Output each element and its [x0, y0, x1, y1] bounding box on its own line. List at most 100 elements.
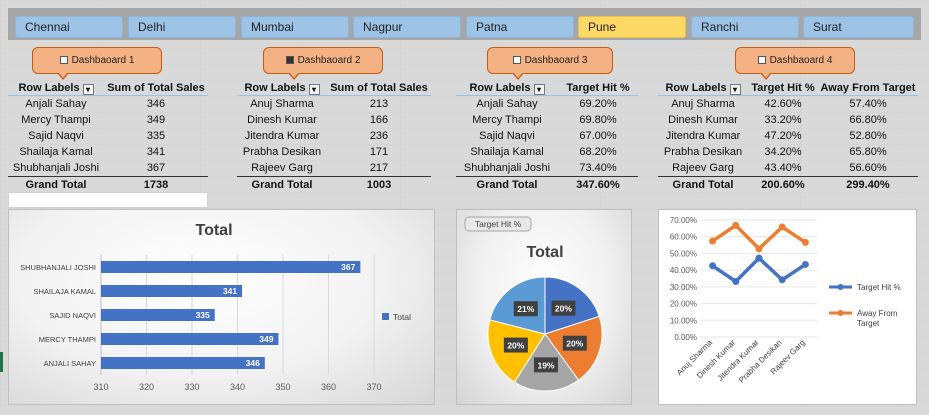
filter-icon[interactable]: ▾: [308, 84, 320, 95]
bar-chart-svg: Total 310 320 330 340 350 360 370 SHUBHANJALI JO…: [20, 222, 411, 392]
filter-icon[interactable]: ▾: [82, 84, 94, 95]
row-value: 171: [369, 146, 389, 158]
legend-label: Target Hit %: [857, 283, 901, 292]
table-row: Prabha Desikan 171: [237, 144, 431, 160]
row-value: 349: [146, 114, 166, 126]
row-label: Prabha Desikan: [663, 146, 743, 158]
row-indicator: [0, 352, 3, 372]
slicer-delhi[interactable]: Delhi: [128, 16, 236, 38]
slicer-pune[interactable]: Pune: [578, 16, 686, 38]
row-label: Shailaja Kamal: [470, 146, 544, 158]
filter-icon[interactable]: ▾: [729, 84, 741, 95]
total-label: Grand Total: [251, 179, 313, 191]
series-point: [755, 245, 763, 253]
legend-marker: [837, 284, 844, 290]
bar: [101, 285, 243, 297]
row-label: Dinesh Kumar: [247, 114, 317, 126]
x-tick-label: 370: [366, 382, 381, 392]
dashboard-4-button[interactable]: Dashbaoard 4: [735, 47, 855, 80]
series-point: [778, 223, 786, 231]
filter-icon[interactable]: ▾: [533, 84, 545, 95]
y-tick-label: 0.00%: [674, 333, 697, 342]
row-label: Jitendra Kumar: [665, 130, 741, 142]
pivot-header-row: Row Labels ▾ Target Hit % Away From Targe…: [658, 80, 918, 96]
data-label: 20%: [555, 304, 572, 314]
row-value: 66.80%: [849, 114, 887, 126]
legend-marker: [837, 310, 844, 316]
total-value: 1003: [366, 179, 392, 191]
x-tick-label: 340: [230, 382, 245, 392]
slicer-ranchi[interactable]: Ranchi: [691, 16, 799, 38]
row-value: 346: [146, 98, 166, 110]
data-label: 19%: [537, 360, 554, 370]
row-label: Mercy Thampi: [472, 114, 542, 126]
row-value: 335: [146, 130, 166, 142]
slicer-mumbai[interactable]: Mumbai: [241, 16, 349, 38]
slicer-nagpur[interactable]: Nagpur: [353, 16, 461, 38]
dashboard-4-label: Dashbaoard 4: [769, 55, 833, 66]
total-value: 1738: [143, 179, 169, 191]
row-value: 65.80%: [849, 146, 887, 158]
table-row: Anjali Sahay 69.20%: [456, 96, 638, 112]
chart-title: Total: [526, 244, 563, 261]
city-slicer-panel: Chennai Delhi Mumbai Nagpur Patna Pune R…: [8, 8, 921, 40]
row-label: Anjali Sahay: [25, 98, 87, 110]
dashboard-1-label: Dashbaoard 1: [71, 55, 135, 66]
table-row: Jitendra Kumar 236: [237, 128, 431, 144]
pivot-header-row-labels: Row Labels ▾: [237, 80, 327, 95]
row-value: 67.00%: [579, 130, 617, 142]
row-value: 341: [146, 146, 166, 158]
dashboard-1-button[interactable]: Dashbaoard 1: [32, 47, 162, 80]
line-chart-target[interactable]: 0.00% 10.00% 20.00% 30.00% 40.00% 50.00% 60.00…: [658, 209, 917, 405]
checkbox-icon: [757, 56, 766, 64]
data-label: 20%: [507, 341, 524, 351]
pivot-table-4: Row Labels ▾ Target Hit % Away From Targe…: [658, 80, 918, 192]
dashboard-3-label: Dashbaoard 3: [524, 55, 588, 66]
series-point: [801, 238, 809, 246]
row-label: Shubhanjali Joshi: [463, 162, 551, 174]
empty-cells[interactable]: [8, 192, 208, 208]
slicer-patna[interactable]: Patna: [466, 16, 574, 38]
table-row: Prabha Desikan 34.20% 65.80%: [658, 144, 918, 160]
table-row: Sajid Naqvi 335: [8, 128, 208, 144]
pivot-header-value: Sum of Total Sales: [330, 82, 428, 94]
y-tick-label: 10.00%: [670, 316, 697, 325]
row-label: Sajid Naqvi: [28, 130, 84, 142]
data-label: 21%: [517, 304, 534, 314]
x-tick-label: 330: [184, 382, 199, 392]
total-label: Grand Total: [25, 179, 87, 191]
pivot-header-away: Away From Target: [820, 82, 916, 94]
pivot-table-1: Row Labels ▾ Sum of Total Sales Anjali Sa…: [8, 80, 208, 192]
row-label: Jitendra Kumar: [244, 130, 320, 142]
table-row: Anuj Sharma 42.60% 57.40%: [658, 96, 918, 112]
row-value: 56.60%: [849, 162, 887, 174]
grand-total-row: Grand Total 1003: [237, 176, 431, 192]
y-tick-label: SAJID NAQVI: [49, 311, 96, 320]
row-label: Rajeev Garg: [251, 162, 313, 174]
table-row: Shubhanjali Joshi 73.40%: [456, 160, 638, 176]
dashboard-3-button[interactable]: Dashbaoard 3: [487, 47, 613, 80]
data-label: 335: [196, 310, 210, 320]
y-tick-label: SHUBHANJALI JOSHI: [20, 263, 96, 272]
total-value: 200.60%: [761, 179, 805, 191]
pie-chart-target-hit[interactable]: Target Hit % Total 20% 20% 19% 20% 21%: [456, 209, 632, 405]
dashboard-2-button[interactable]: Dashbaoard 2: [263, 47, 383, 80]
bar-chart-total[interactable]: Total 310 320 330 340 350 360 370 SHUBHANJALI JO…: [8, 209, 435, 405]
slicer-chennai[interactable]: Chennai: [15, 16, 123, 38]
row-value: 68.20%: [579, 146, 617, 158]
slicer-surat[interactable]: Surat: [803, 16, 914, 38]
chart-title: Total: [195, 222, 232, 239]
pivot-header-row: Row Labels ▾ Target Hit %: [456, 80, 638, 96]
row-value: 367: [146, 162, 166, 174]
table-row: Jitendra Kumar 47.20% 52.80%: [658, 128, 918, 144]
table-row: Dinesh Kumar 166: [237, 112, 431, 128]
row-value: 43.40%: [764, 162, 802, 174]
y-tick-label: SHAILAJA KAMAL: [33, 287, 96, 296]
row-label: Rajeev Garg: [672, 162, 734, 174]
row-label: Sajid Naqvi: [479, 130, 535, 142]
row-value: 42.60%: [764, 98, 802, 110]
pivot-header-row-labels: Row Labels ▾: [8, 80, 104, 95]
x-tick-label: 350: [275, 382, 290, 392]
total-value: 347.60%: [576, 179, 620, 191]
data-label: 341: [223, 286, 237, 296]
